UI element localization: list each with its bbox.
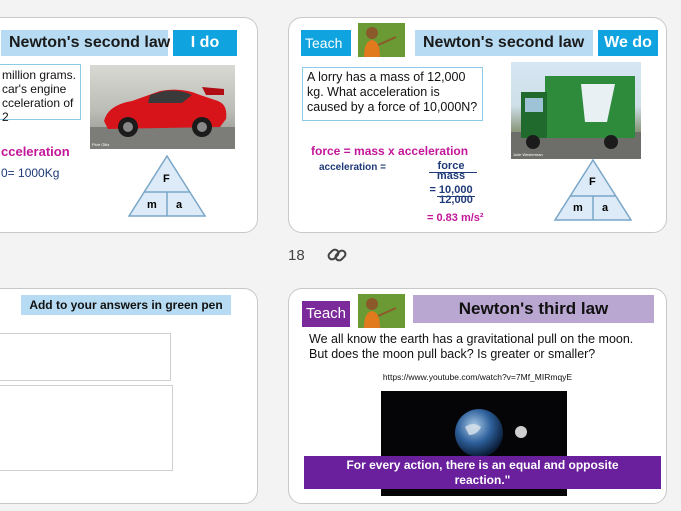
frac2-denominator: 12,000 (439, 194, 473, 206)
slide1-formula-label: cceleration (1, 144, 70, 159)
slide4-intro: We all know the earth has a gravitationa… (309, 332, 634, 361)
slide2-tag: We do (598, 30, 658, 56)
fma-triangle-icon (553, 158, 633, 221)
teacher-icon (358, 23, 405, 57)
slide1-triangle-f: F (163, 173, 170, 185)
teach-label: Teach (302, 301, 350, 327)
slide2-title: Newton's second law (415, 30, 593, 56)
slide1-text-box: million grams. car's engine cceleration … (0, 64, 81, 124)
slide-thumbnail-4[interactable]: Teach Newton's third law We all know the… (288, 288, 667, 504)
slide1-text-line: cceleration of 2 (2, 96, 74, 124)
formula-text: force = mass x acceleration (311, 144, 469, 158)
chain-link-icon (327, 248, 347, 262)
acceleration-label: acceleration = (319, 162, 386, 173)
slide2-photo-caption: Julie Westerman (513, 152, 543, 157)
frac1-denominator: mass (436, 170, 466, 182)
slide1-triangle-a: a (176, 199, 183, 211)
slide3-header: Add to your answers in green pen (21, 295, 231, 315)
teacher-image (358, 23, 405, 57)
slide-thumbnail-3[interactable]: Add to your answers in green pen (0, 288, 258, 504)
answer-text: = 0.83 m/s² (427, 212, 484, 224)
question-box: A lorry has a mass of 12,000 kg. What ac… (302, 67, 483, 121)
slide1-tag: I do (173, 30, 237, 56)
slide2-triangle-m: m (573, 202, 583, 214)
slide-number: 18 (288, 247, 305, 264)
slide2-triangle-f: F (589, 176, 596, 188)
slide2-triangle-a: a (602, 202, 609, 214)
teacher-icon (358, 294, 405, 328)
quote-banner: For every action, there is an equal and … (304, 456, 661, 489)
teach-label: Teach (301, 30, 351, 56)
slide-thumbnail-2[interactable]: Teach Newton's second law We do A lorry … (288, 17, 667, 233)
answer-box-1 (0, 333, 171, 381)
lorry-photo: Julie Westerman (511, 62, 641, 159)
red-car-photo: Piotr Glitz (90, 65, 235, 149)
slide-thumbnail-1[interactable]: Newton's second law I do million grams. … (0, 17, 258, 233)
video-url[interactable]: https://www.youtube.com/watch?v=7Mf_MIRm… (289, 372, 666, 382)
lorry-icon (511, 76, 641, 159)
link-icon[interactable] (326, 244, 348, 266)
slide1-text-line: car's engine (2, 82, 67, 96)
slide1-title: Newton's second law (1, 30, 170, 56)
slide1-calc-line: 0= 1000Kg (1, 166, 60, 180)
red-car-icon (90, 87, 235, 149)
slide1-triangle-m: m (147, 199, 157, 211)
teacher-image (358, 294, 405, 328)
answer-box-2 (0, 385, 173, 471)
slide4-title: Newton's third law (413, 295, 654, 323)
fma-triangle-icon (127, 154, 207, 217)
slide1-text-line: million grams. (2, 68, 77, 82)
slide1-photo-caption: Piotr Glitz (92, 142, 110, 147)
